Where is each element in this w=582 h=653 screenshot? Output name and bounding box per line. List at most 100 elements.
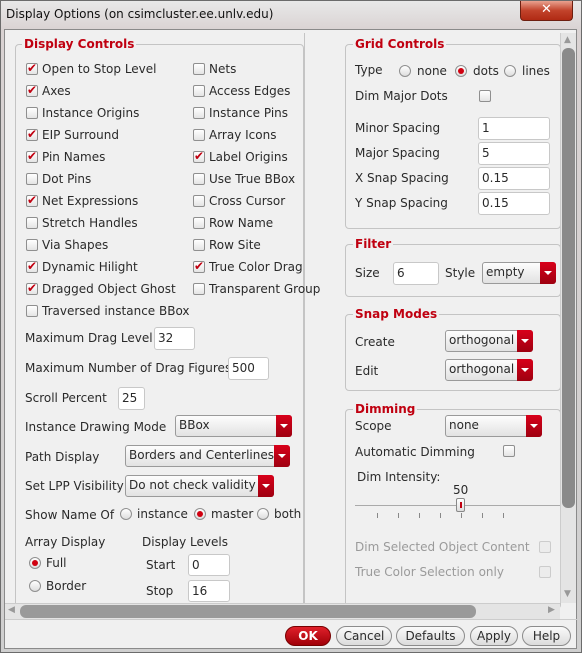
scroll-left-icon[interactable]: ◀ (8, 605, 15, 615)
checkbox-row-name[interactable] (193, 217, 205, 229)
select-value: empty (486, 265, 525, 279)
max-drag-level-input[interactable]: 32 (154, 327, 195, 350)
dimming-group (345, 409, 561, 609)
x-snap-input[interactable]: 0.15 (478, 167, 550, 190)
horizontal-scrollbar[interactable]: ◀ ▶ (5, 603, 560, 619)
checkbox-nets[interactable] (193, 63, 205, 75)
divider (5, 619, 577, 620)
radio-instance-label: instance (137, 507, 188, 521)
slider-tick (419, 513, 420, 518)
slider-tick (503, 513, 504, 518)
radio-grid-dots[interactable] (455, 65, 467, 77)
stop-label: Stop (146, 584, 174, 598)
checkbox-label: Via Shapes (42, 238, 109, 252)
lpp-visibility-select[interactable]: Do not check validity (125, 475, 274, 497)
scroll-down-icon[interactable]: ▼ (564, 589, 571, 599)
ok-button[interactable]: OK (285, 626, 331, 646)
checkbox-dragged-object-ghost[interactable] (26, 281, 38, 295)
radio-grid-lines[interactable] (504, 65, 516, 77)
checkbox-access-edges[interactable] (193, 85, 205, 97)
dim-major-dots-checkbox[interactable] (479, 90, 491, 102)
max-drag-level-label: Maximum Drag Level (25, 331, 153, 345)
checkbox-label: Instance Pins (209, 106, 289, 120)
help-button[interactable]: Help (522, 626, 571, 646)
start-level-input[interactable]: 0 (188, 554, 230, 576)
defaults-button[interactable]: Defaults (396, 626, 465, 646)
filter-size-input[interactable]: 6 (393, 262, 439, 285)
create-snap-select[interactable]: orthogonal (445, 330, 533, 352)
select-value: none (449, 418, 479, 432)
lpp-visibility-label: Set LPP Visibility (25, 479, 124, 493)
filter-size-label: Size (355, 266, 380, 280)
scope-select[interactable]: none (445, 415, 542, 437)
checkbox-label: Open to Stop Level (42, 62, 157, 76)
radio-grid-none[interactable] (399, 65, 411, 77)
checkbox-dynamic-hilight[interactable] (26, 259, 38, 273)
radio-instance[interactable] (120, 508, 132, 520)
dim-selected-checkbox[interactable] (539, 541, 551, 553)
checkbox-cross-cursor[interactable] (193, 195, 205, 207)
slider-tick (440, 513, 441, 518)
checkbox-transparent-group[interactable] (193, 283, 205, 295)
checkbox-eip-surround[interactable] (26, 127, 38, 141)
dim-major-dots-label: Dim Major Dots (355, 89, 448, 103)
checkbox-label: Net Expressions (42, 194, 139, 208)
scroll-up-icon[interactable]: ▲ (564, 35, 571, 45)
major-spacing-input[interactable]: 5 (478, 142, 550, 165)
apply-button[interactable]: Apply (470, 626, 518, 646)
radio-master-label: master (211, 507, 254, 521)
checkbox-label: Access Edges (209, 84, 291, 98)
checkbox-array-icons[interactable] (193, 129, 205, 141)
stop-level-input[interactable]: 16 (188, 580, 230, 602)
checkbox-dot-pins[interactable] (26, 173, 38, 185)
true-color-selection-checkbox[interactable] (539, 566, 551, 578)
type-label: Type (355, 63, 383, 77)
chevron-down-icon (276, 415, 292, 437)
vertical-scrollbar[interactable]: ▲ ▼ (560, 33, 576, 603)
checkbox-true-color-drag[interactable] (193, 259, 205, 273)
checkbox-net-expressions[interactable] (26, 193, 38, 207)
checkbox-instance-origins[interactable] (26, 107, 38, 119)
path-display-select[interactable]: Borders and Centerlines (125, 445, 290, 467)
radio-both-label: both (274, 507, 302, 521)
radio-border[interactable] (29, 580, 41, 592)
y-snap-input[interactable]: 0.15 (478, 192, 550, 215)
chevron-down-icon (274, 445, 290, 467)
dim-intensity-slider-thumb[interactable] (456, 498, 465, 512)
checkbox-via-shapes[interactable] (26, 239, 38, 251)
radio-full[interactable] (29, 557, 41, 569)
checkbox-stretch-handles[interactable] (26, 217, 38, 229)
max-drag-figures-input[interactable]: 500 (228, 357, 269, 380)
scroll-right-icon[interactable]: ▶ (548, 605, 555, 615)
radio-master[interactable] (194, 508, 206, 520)
radio-grid-lines-label: lines (522, 64, 550, 78)
checkbox-traversed-instance-bbox[interactable] (26, 305, 38, 317)
vertical-scroll-thumb[interactable] (562, 48, 575, 508)
horizontal-scroll-thumb[interactable] (20, 605, 476, 618)
display-controls-title: Display Controls (22, 37, 137, 51)
scope-label: Scope (355, 419, 392, 433)
radio-both[interactable] (257, 508, 269, 520)
filter-style-select[interactable]: empty (482, 262, 556, 284)
edit-snap-select[interactable]: orthogonal (445, 359, 533, 381)
chevron-down-icon (526, 415, 542, 437)
scroll-percent-input[interactable]: 25 (118, 387, 145, 410)
minor-spacing-label: Minor Spacing (355, 121, 441, 135)
instance-drawing-mode-select[interactable]: BBox (175, 415, 292, 437)
array-display-label: Array Display (25, 535, 106, 549)
checkbox-instance-pins[interactable] (193, 107, 205, 119)
checkbox-open-to-stop-level[interactable] (26, 61, 38, 75)
checkbox-use-true-bbox[interactable] (193, 173, 205, 185)
minor-spacing-input[interactable]: 1 (478, 117, 550, 140)
automatic-dimming-checkbox[interactable] (503, 445, 515, 457)
cancel-button[interactable]: Cancel (336, 626, 392, 646)
checkbox-label: Cross Cursor (209, 194, 286, 208)
checkbox-label: True Color Drag (209, 260, 303, 274)
checkbox-label-origins[interactable] (193, 149, 205, 163)
checkbox-label: Axes (42, 84, 71, 98)
checkbox-axes[interactable] (26, 83, 38, 97)
checkbox-row-site[interactable] (193, 239, 205, 251)
checkbox-label: Array Icons (209, 128, 277, 142)
dim-selected-label: Dim Selected Object Content (355, 540, 530, 554)
checkbox-pin-names[interactable] (26, 149, 38, 163)
